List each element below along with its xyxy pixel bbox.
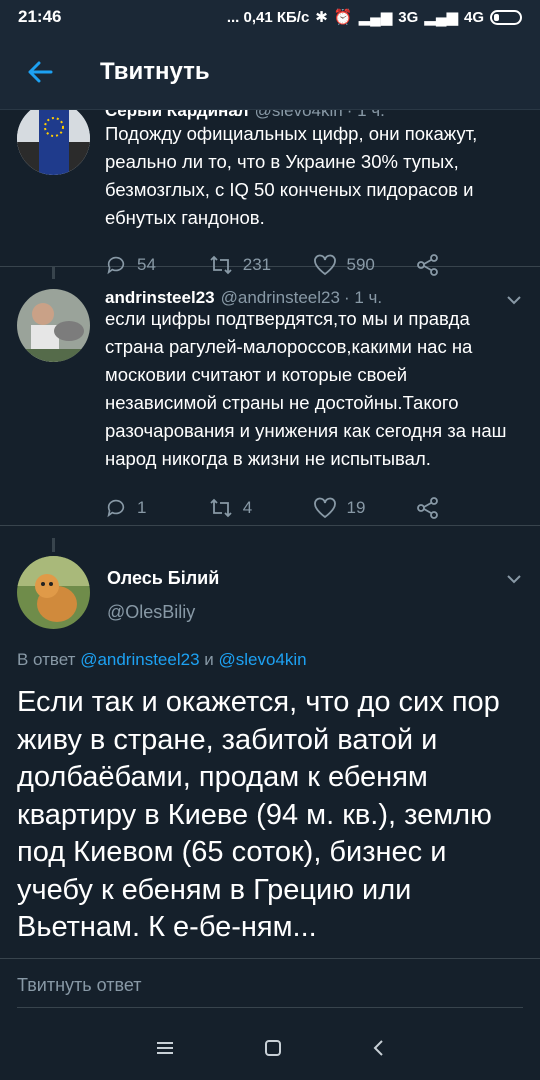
thread-line: [52, 267, 55, 279]
chevron-down-icon[interactable]: [506, 295, 522, 305]
reply-count: 1: [137, 498, 147, 517]
arrow-left-icon: [28, 61, 53, 82]
like-count: 19: [346, 498, 366, 517]
reply-icon: [107, 499, 125, 518]
tweet[interactable]: Серый Кардинал @slevo4kin · 1 ч. Подожду…: [0, 90, 540, 276]
signal-icon: ▂▄▆: [358, 9, 393, 26]
back-nav-icon[interactable]: [371, 1039, 385, 1057]
status-icons: ... 0,41 КБ/с ✱ ⏰ ▂▄▆ 3G ▂▄▆ 4G: [227, 8, 522, 26]
network-type-2: 4G: [463, 8, 484, 26]
home-icon[interactable]: [264, 1039, 282, 1057]
battery-icon: [490, 9, 522, 25]
author-handle: @OlesBiliy: [107, 602, 196, 622]
back-button[interactable]: [0, 34, 80, 110]
reply-input[interactable]: Твитнуть ответ: [17, 975, 142, 996]
like-button[interactable]: 19: [313, 497, 417, 519]
retweet-icon: [210, 498, 232, 518]
tweet-text: Если так и окажется, что до сих пор живу…: [17, 686, 500, 943]
reply-and: и: [204, 650, 214, 669]
retweet-button[interactable]: 4: [209, 497, 313, 519]
thread-line: [52, 538, 55, 552]
divider: [0, 525, 540, 526]
tweet-meta: andrinsteel23 @andrinsteel23 · 1 ч.: [105, 267, 520, 307]
mention-link[interactable]: @slevo4kin: [219, 650, 307, 669]
divider: [17, 1007, 523, 1008]
avatar[interactable]: [17, 289, 90, 362]
tweet-text: Подожду официальных цифр, они покажут, р…: [105, 123, 478, 228]
tweet[interactable]: andrinsteel23 @andrinsteel23 · 1 ч. если…: [0, 267, 540, 525]
retweet-count: 4: [242, 498, 253, 517]
thread-feed[interactable]: Серый Кардинал @slevo4kin · 1 ч. Подожду…: [0, 90, 540, 526]
share-button[interactable]: [416, 497, 520, 519]
network-speed: ... 0,41 КБ/с: [226, 8, 310, 26]
tweet-text: если цифры подтвердятся,то мы и правда с…: [105, 308, 507, 469]
status-time: 21:46: [18, 7, 62, 26]
heart-icon: [313, 497, 336, 519]
avatar[interactable]: [17, 556, 90, 629]
share-icon: [417, 497, 439, 519]
reply-prefix: В ответ: [17, 650, 76, 669]
alarm-icon: ⏰: [333, 9, 353, 26]
reply-context: В ответ @andrinsteel23 и @slevo4kin: [17, 650, 307, 670]
chevron-down-icon[interactable]: [506, 574, 522, 584]
tweet-actions: 1 4 19: [105, 493, 520, 523]
signal-icon: ▂▄▆: [424, 9, 458, 26]
reply-composer[interactable]: Твитнуть ответ: [0, 958, 540, 1016]
page-title: Твитнуть: [100, 57, 210, 85]
avatar[interactable]: [17, 102, 90, 175]
bluetooth-icon: ✱: [315, 9, 328, 26]
network-type-1: 3G: [398, 8, 419, 26]
mention-link[interactable]: @andrinsteel23: [80, 650, 199, 669]
reply-button[interactable]: 1: [105, 497, 209, 519]
system-nav-bar: [0, 1016, 540, 1080]
author-name: Олесь Білий: [107, 568, 220, 588]
app-header: Твитнуть: [0, 34, 540, 110]
status-bar: 21:46 ... 0,41 КБ/с ✱ ⏰ ▂▄▆ 3G ▂▄▆ 4G: [0, 0, 540, 34]
menu-icon[interactable]: [155, 1040, 175, 1056]
